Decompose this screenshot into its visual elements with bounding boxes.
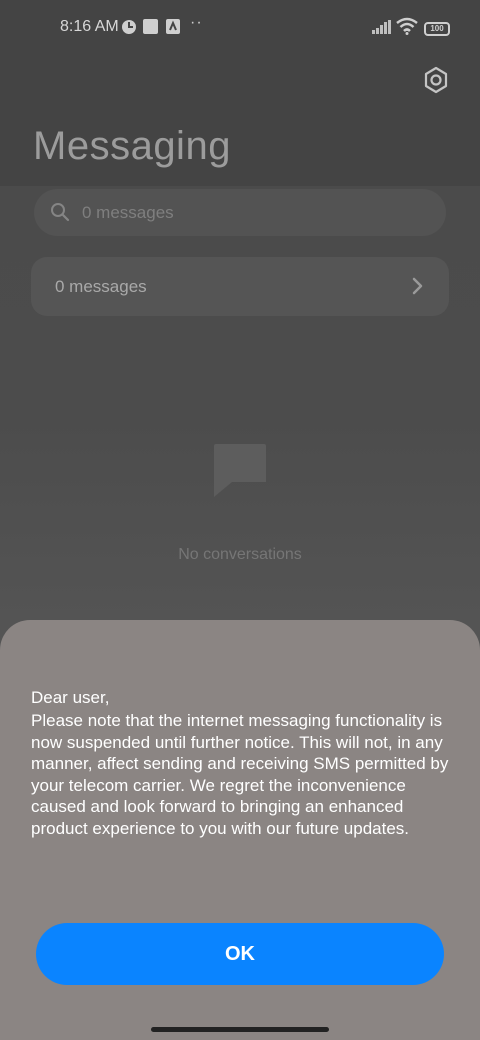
conversation-icon <box>214 444 266 497</box>
messages-card[interactable]: 0 messages <box>31 257 449 316</box>
ok-button[interactable]: OK <box>36 923 444 985</box>
dialog-message: Please note that the internet messaging … <box>31 711 449 838</box>
page-title: Messaging <box>33 124 231 168</box>
search-bar[interactable]: 0 messages <box>34 189 446 236</box>
signal-icon <box>372 20 391 34</box>
empty-state-text: No conversations <box>178 546 302 563</box>
chevron-right-icon <box>412 277 423 295</box>
status-time: 8:16 AM <box>60 18 119 35</box>
messaging-screen: 8:16 AM ·· 100 Messaging 0 messages 0 me… <box>0 0 480 1040</box>
wifi-icon <box>396 17 418 35</box>
square-icon <box>143 19 158 34</box>
app-icon <box>166 19 180 34</box>
notice-dialog: Dear user, Please note that the internet… <box>0 620 480 1040</box>
notification-icon <box>122 20 136 34</box>
search-icon <box>51 203 70 222</box>
status-bar: 8:16 AM ·· 100 <box>0 0 480 56</box>
home-indicator[interactable] <box>151 1027 329 1032</box>
battery-icon: 100 <box>424 22 450 36</box>
search-input[interactable]: 0 messages <box>82 203 174 223</box>
more-dots-icon: ·· <box>190 14 203 31</box>
messages-card-label: 0 messages <box>55 277 147 296</box>
settings-icon[interactable] <box>420 64 452 96</box>
dialog-greeting: Dear user, <box>31 688 110 707</box>
